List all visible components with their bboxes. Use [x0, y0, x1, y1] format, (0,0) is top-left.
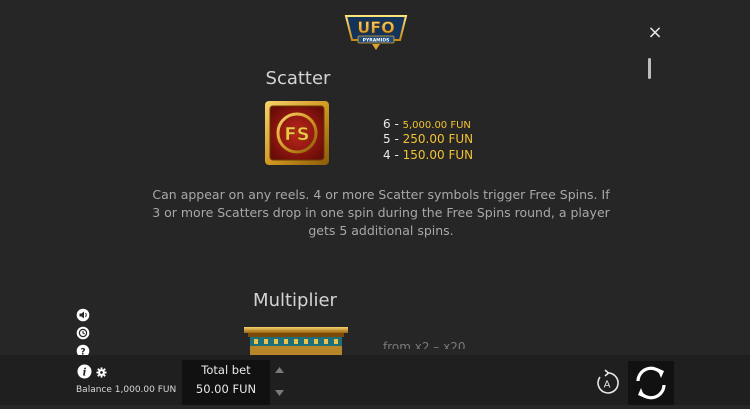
scatter-title: Scatter [265, 68, 331, 89]
close-button[interactable]: × [646, 24, 664, 42]
sound-icon[interactable] [76, 308, 90, 322]
paytable-amount: 150.00 FUN [402, 148, 474, 162]
spin-button[interactable] [628, 361, 674, 405]
multiplier-description: from x2 – x20 [383, 340, 466, 349]
paytable-row-5: 5 - 250.00 FUN [383, 132, 473, 146]
close-icon: × [647, 22, 663, 43]
scrollbar-thumb[interactable] [648, 58, 651, 79]
scatter-symbol: FS [265, 101, 329, 165]
history-icon[interactable] [76, 326, 90, 340]
total-bet-panel: Total bet 50.00 FUN [182, 360, 270, 405]
bet-decrease-arrow-icon[interactable] [274, 389, 285, 397]
bet-increase-arrow-icon[interactable] [274, 366, 285, 374]
paytable-count: 5 [383, 132, 391, 146]
spin-refresh-icon [636, 366, 666, 400]
balance-value: 1,000.00 FUN [114, 385, 177, 395]
paytable-row-6: 6 - 5,000.00 FUN [383, 117, 471, 131]
logo-subtitle: PYRAMIDS [363, 38, 390, 44]
info-icon[interactable]: i [77, 364, 92, 379]
total-bet-label: Total bet [201, 363, 251, 377]
paytable-count: 4 [383, 148, 391, 162]
autoplay-button[interactable]: A [592, 368, 622, 398]
balance-display: Balance 1,000.00 FUN [76, 385, 176, 395]
paytable-amount: 5,000.00 FUN [402, 120, 471, 131]
scatter-description: Can appear on any reels. 4 or more Scatt… [152, 187, 610, 238]
paytable-row-4: 4 - 150.00 FUN [383, 148, 473, 162]
paytable-separator: - [394, 132, 399, 146]
paytable-separator: - [394, 148, 399, 162]
paytable-separator: - [394, 117, 399, 131]
total-bet-value: 50.00 FUN [195, 382, 257, 396]
paytable-count: 6 [383, 117, 391, 131]
autoplay-label: A [604, 380, 611, 391]
svg-text:i: i [83, 368, 87, 379]
game-logo: UFO PYRAMIDS [344, 15, 408, 50]
settings-gear-icon[interactable] [96, 367, 107, 378]
multiplier-symbol [244, 327, 348, 355]
multiplier-title: Multiplier [253, 290, 337, 311]
balance-label: Balance [76, 385, 112, 395]
paytable-amount: 250.00 FUN [402, 132, 474, 146]
scatter-symbol-text: FS [284, 124, 309, 145]
logo-title: UFO [357, 18, 395, 37]
